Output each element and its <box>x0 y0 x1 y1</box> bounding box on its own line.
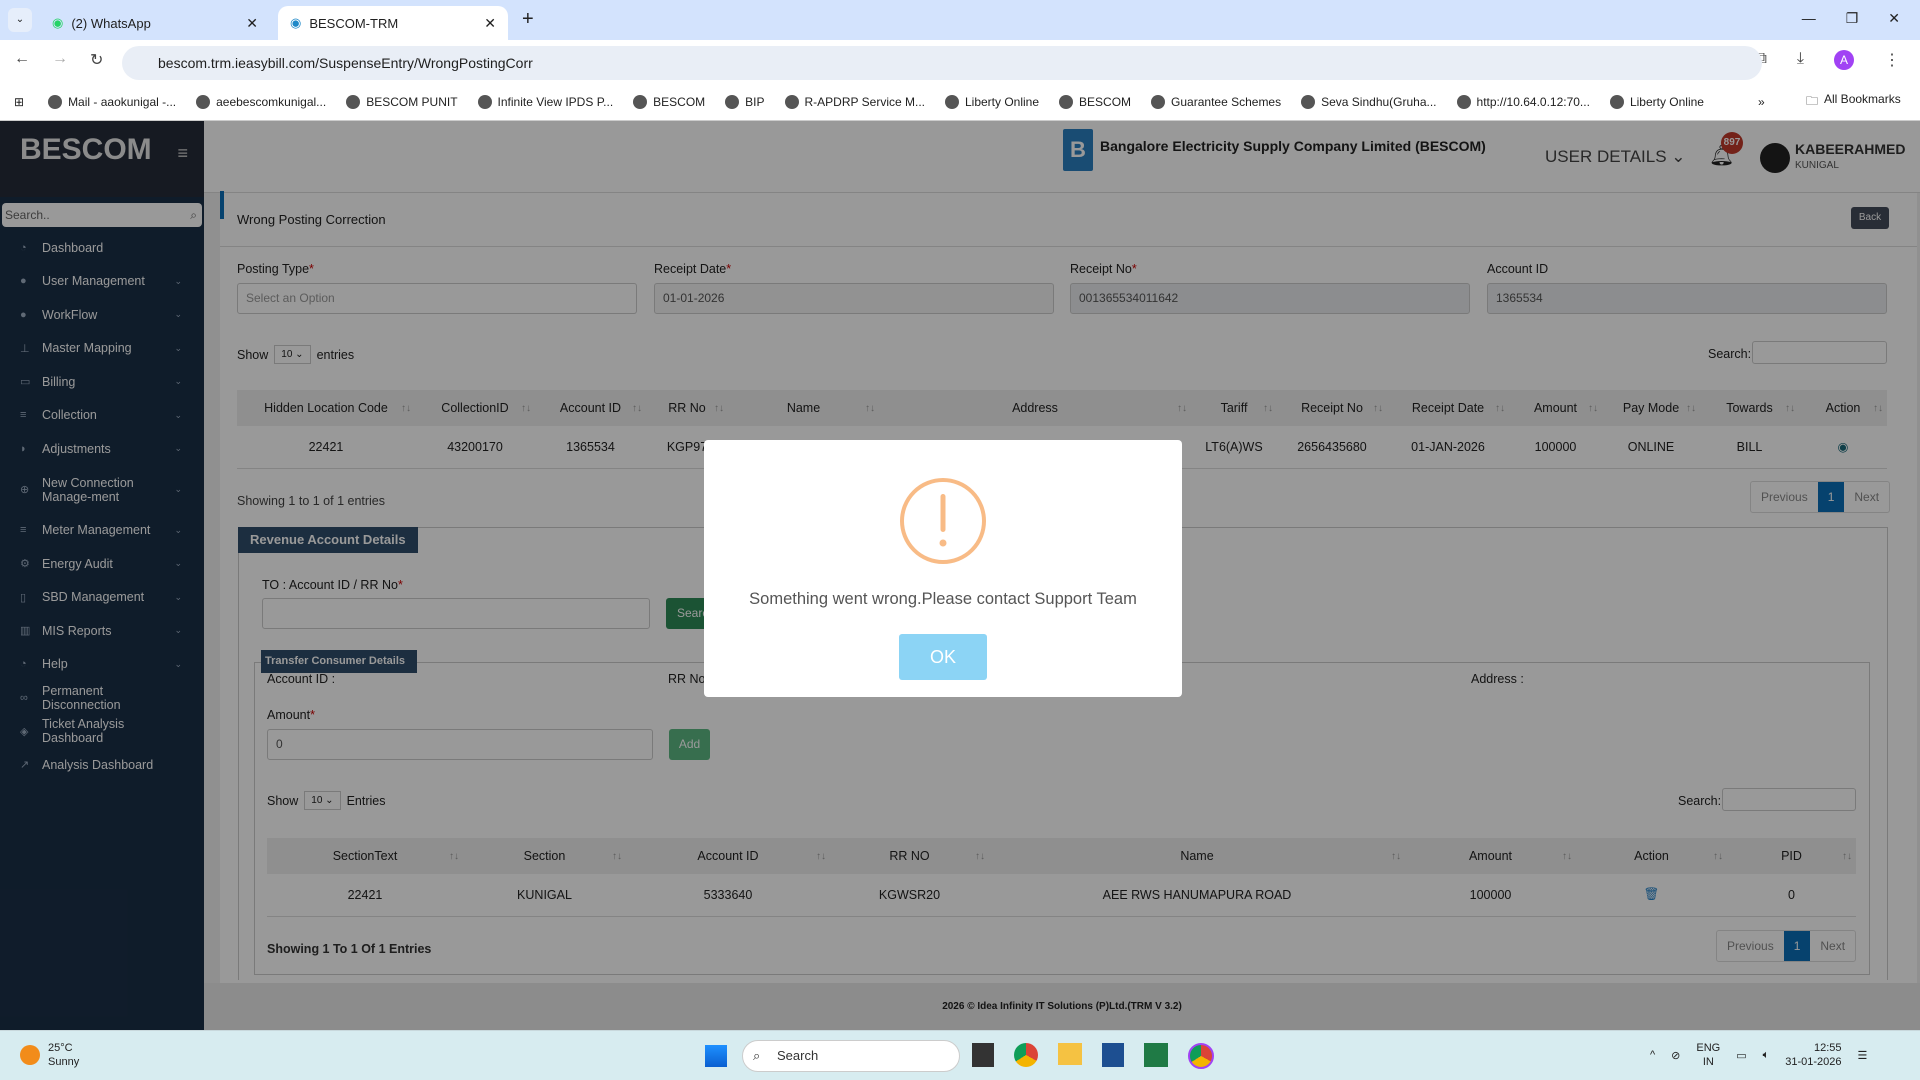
bookmark-favicon-icon <box>477 95 492 109</box>
taskbar: 25°C Sunny ⌕ Search ^ ⊘ ENG IN ▭ 🔈︎ 12:55 31-… <box>0 1030 1920 1080</box>
warning-icon <box>900 478 986 564</box>
bookmark-favicon-icon <box>633 95 648 109</box>
more-bookmarks-icon[interactable]: » <box>1758 95 1765 109</box>
tab-whatsapp[interactable]: ◉ (2) WhatsApp ✕ <box>40 6 270 40</box>
language-indicator[interactable]: ENG IN <box>1696 1041 1720 1069</box>
bookmark-favicon-icon <box>196 95 211 109</box>
bookmark-favicon-icon <box>784 95 799 109</box>
excel-icon[interactable] <box>1144 1043 1168 1067</box>
bookmark-item[interactable]: Liberty Online <box>1609 95 1704 109</box>
profile-avatar[interactable]: A <box>1834 50 1854 70</box>
chevron-up-icon[interactable]: ^ <box>1650 1049 1655 1061</box>
chrome-icon[interactable] <box>1014 1043 1038 1067</box>
bookmark-item[interactable]: BESCOM PUNIT <box>346 95 458 109</box>
minimize-icon[interactable]: — <box>1802 10 1816 27</box>
bookmark-item[interactable]: Mail - aaokunigal -... <box>48 95 176 109</box>
window-controls[interactable]: — ❐ ✕ <box>1802 10 1900 27</box>
bookmarks-bar: ⊞ Mail - aaokunigal -... aeebescomkunigal… <box>0 84 1920 121</box>
store-icon[interactable] <box>1102 1043 1124 1067</box>
weather-widget[interactable]: 25°C Sunny <box>20 1041 79 1069</box>
whatsapp-icon: ◉ <box>52 15 64 30</box>
tab-bescom-trm[interactable]: ◉ BESCOM-TRM ✕ <box>278 6 508 40</box>
tab-list-button[interactable]: ⌄ <box>8 8 32 32</box>
folder-icon: 🗀 <box>1806 93 1819 108</box>
network-off-icon[interactable]: ⊘ <box>1671 1049 1680 1062</box>
forward-icon[interactable]: → <box>52 50 68 70</box>
bookmark-item[interactable]: Liberty Online <box>944 95 1039 109</box>
bookmark-item[interactable]: BESCOM <box>1059 95 1131 109</box>
close-tab-icon[interactable]: ✕ <box>484 15 496 32</box>
bookmark-favicon-icon <box>1151 95 1166 109</box>
bookmark-item[interactable]: Seva Sindhu(Gruha... <box>1301 95 1437 109</box>
all-bookmarks[interactable]: 🗀 All Bookmarks <box>1806 92 1901 113</box>
ok-button[interactable]: OK <box>899 634 987 680</box>
clock[interactable]: 12:55 31-01-2026 <box>1785 1041 1841 1069</box>
search-icon: ⌕ <box>753 1048 761 1063</box>
file-explorer-icon[interactable] <box>1058 1043 1082 1065</box>
bookmark-favicon-icon <box>944 95 959 109</box>
error-dialog: Something went wrong.Please contact Supp… <box>704 440 1182 697</box>
bookmark-favicon-icon <box>1609 95 1624 109</box>
bookmark-item[interactable]: BIP <box>725 95 765 109</box>
chrome-profile-icon[interactable] <box>1188 1043 1214 1069</box>
start-icon[interactable] <box>705 1045 727 1067</box>
bookmark-favicon-icon <box>725 95 740 109</box>
download-icon[interactable]: ⤓ <box>1797 50 1804 70</box>
bescom-favicon-icon: ◉ <box>290 15 302 30</box>
address-bar[interactable]: bescom.trm.ieasybill.com/SuspenseEntry/W… <box>122 46 1762 80</box>
tab-strip: ⌄ ◉ (2) WhatsApp ✕ ◉ BESCOM-TRM ✕ + — ❐ ✕ <box>0 0 1920 40</box>
bookmark-item[interactable]: http://10.64.0.12:70... <box>1456 95 1590 109</box>
display-icon[interactable]: ▭ <box>1736 1049 1746 1062</box>
bookmark-favicon-icon <box>48 95 63 109</box>
bookmark-favicon-icon <box>346 95 361 109</box>
reload-icon[interactable]: ↻ <box>90 50 103 70</box>
error-message: Something went wrong.Please contact Supp… <box>749 590 1137 608</box>
taskbar-search[interactable]: ⌕ Search <box>742 1040 960 1072</box>
bookmark-item[interactable]: Infinite View IPDS P... <box>477 95 613 109</box>
volume-icon[interactable]: 🔈︎ <box>1763 1049 1770 1062</box>
bookmark-favicon-icon <box>1059 95 1074 109</box>
bookmark-item[interactable]: BESCOM <box>633 95 705 109</box>
bookmark-favicon-icon <box>1301 95 1316 109</box>
restore-icon[interactable]: ❐ <box>1846 10 1859 27</box>
back-icon[interactable]: ← <box>14 50 30 70</box>
apps-icon[interactable]: ⊞ <box>14 95 24 109</box>
menu-icon[interactable]: ⋮ <box>1884 50 1900 70</box>
bookmark-item[interactable]: Guarantee Schemes <box>1151 95 1281 109</box>
close-tab-icon[interactable]: ✕ <box>246 15 258 32</box>
bookmark-favicon-icon <box>1456 95 1471 109</box>
task-view-icon[interactable] <box>972 1043 994 1067</box>
bookmark-item[interactable]: aeebescomkunigal... <box>196 95 326 109</box>
sun-icon <box>20 1045 40 1065</box>
new-tab-button[interactable]: + <box>522 8 534 31</box>
notifications-icon[interactable]: ☰ <box>1858 1049 1868 1062</box>
bookmark-item[interactable]: R-APDRP Service M... <box>784 95 925 109</box>
close-window-icon[interactable]: ✕ <box>1888 10 1900 27</box>
